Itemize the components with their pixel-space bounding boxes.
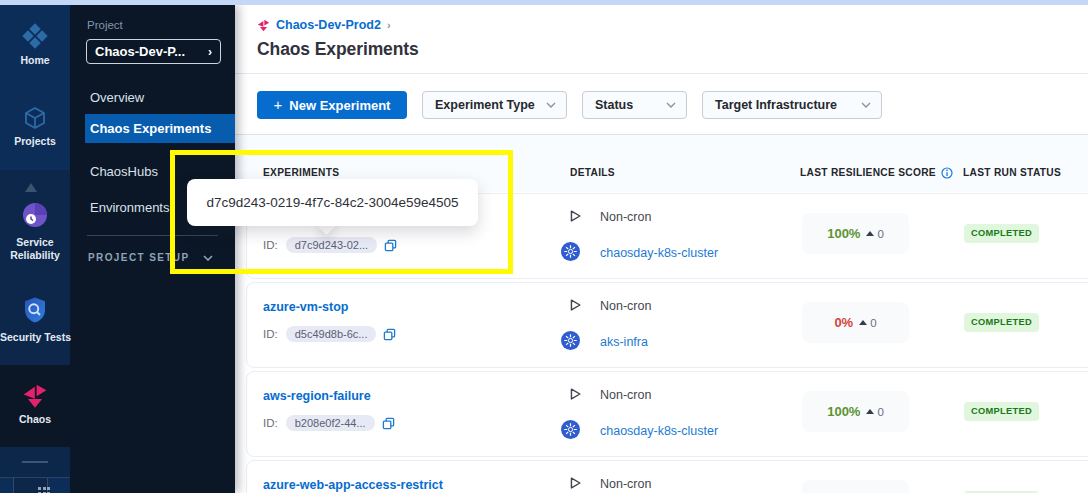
resilience-score: 100% 0 — [802, 391, 909, 432]
play-icon — [567, 208, 583, 224]
experiment-row-2[interactable]: azure-vm-stop ID: d5c49d8b-6c... Non-cro… — [246, 282, 1088, 368]
sidebar-item-service-reliability[interactable]: Service Reliability — [0, 200, 70, 262]
module-grid-icon — [38, 487, 51, 493]
play-icon — [567, 475, 583, 491]
delta-up-icon — [866, 231, 874, 236]
chevron-down-icon — [546, 102, 556, 108]
kubernetes-icon — [561, 242, 580, 261]
breadcrumb-project-link[interactable]: Chaos-Dev-Prod2 — [276, 18, 381, 32]
header-divider — [235, 73, 1088, 74]
delta-up-icon — [866, 409, 874, 414]
service-reliability-icon — [20, 200, 50, 230]
breadcrumb-chevron-icon: › — [387, 19, 391, 31]
infrastructure-link[interactable]: chaosday-k8s-cluster — [600, 424, 718, 438]
projects-icon — [22, 105, 48, 131]
kubernetes-icon — [561, 331, 580, 350]
resilience-score: 100% 0 — [802, 213, 909, 254]
delta-up-icon — [859, 320, 867, 325]
chevron-down-icon — [861, 102, 871, 108]
experiment-row-3[interactable]: aws-region-failure ID: b208e0f2-44... No… — [246, 371, 1088, 457]
resilience-score: 0% 0 — [802, 302, 909, 343]
sidebar-bottom-bar — [0, 477, 70, 493]
plus-icon: + — [274, 96, 283, 113]
experiment-id-row: ID: d5c49d8b-6c... — [263, 326, 396, 342]
sidebar-label-service-reliability: Service Reliability — [0, 236, 70, 262]
experiment-name[interactable]: azure-vm-stop — [263, 300, 348, 314]
project-selector-value: Chaos-Dev-P... — [95, 44, 208, 59]
infrastructure-link[interactable]: aks-infra — [600, 335, 648, 349]
experiment-row-4[interactable]: azure-web-app-access-restrict Non-cron C… — [246, 460, 1088, 493]
chaos-icon — [22, 383, 48, 409]
experiment-name[interactable]: aws-region-failure — [263, 389, 371, 403]
sidebar-collapse-divider[interactable] — [22, 461, 48, 463]
copy-icon[interactable] — [382, 417, 395, 430]
project-section-label: Project — [87, 19, 123, 31]
filter-status[interactable]: Status — [582, 91, 687, 119]
sidebar-item-home[interactable]: Home — [0, 22, 70, 67]
sidebar-item-security-tests[interactable]: Security Tests — [0, 295, 70, 344]
breadcrumb: Chaos-Dev-Prod2 › — [257, 18, 391, 32]
play-icon — [567, 297, 583, 313]
info-icon[interactable] — [941, 167, 953, 179]
collapse-up-icon[interactable] — [25, 183, 37, 192]
new-experiment-button[interactable]: + New Experiment — [257, 91, 407, 119]
sidebar-item-projects[interactable]: Projects — [0, 105, 70, 148]
status-badge: COMPLETED — [964, 402, 1039, 421]
page-title: Chaos Experiments — [257, 39, 419, 60]
column-resilience-score: LAST RESILIENCE SCORE — [800, 166, 953, 179]
experiment-schedule: Non-cron — [600, 210, 651, 224]
filter-status-label: Status — [595, 98, 666, 112]
status-badge: COMPLETED — [964, 224, 1039, 243]
highlight-rectangle — [170, 150, 513, 274]
experiment-name[interactable]: azure-web-app-access-restrict — [263, 478, 443, 492]
sidebar-item-chaos[interactable]: Chaos — [0, 383, 70, 426]
sidebar-label-projects: Projects — [0, 135, 70, 148]
resilience-score — [802, 480, 909, 493]
project-selector[interactable]: Chaos-Dev-P... › — [86, 39, 221, 64]
sidebar-item-overview[interactable]: Overview — [90, 91, 144, 105]
experiment-id: d5c49d8b-6c... — [286, 326, 377, 342]
sidebar-label-chaos: Chaos — [0, 413, 70, 426]
home-icon — [21, 22, 49, 50]
filter-target-infrastructure[interactable]: Target Infrastructure — [702, 91, 882, 119]
play-icon — [567, 386, 583, 402]
sidebar-item-chaos-experiments-label: Chaos Experiments — [90, 114, 211, 143]
experiment-id: b208e0f2-44... — [286, 415, 375, 431]
top-accent-bar — [0, 0, 1088, 5]
status-badge: COMPLETED — [964, 313, 1039, 332]
experiment-schedule: Non-cron — [600, 299, 651, 313]
kubernetes-icon — [561, 420, 580, 439]
sidebar-label-home: Home — [0, 54, 70, 67]
chevron-down-icon — [666, 102, 676, 108]
experiment-id-row: ID: b208e0f2-44... — [263, 415, 395, 431]
column-details: DETAILS — [570, 166, 615, 179]
filter-experiment-type-label: Experiment Type — [435, 98, 546, 112]
sidebar-item-environments[interactable]: Environments — [90, 201, 169, 215]
chevron-right-icon: › — [208, 45, 212, 59]
sidebar-item-chaos-experiments[interactable]: Chaos Experiments — [85, 114, 235, 143]
security-tests-icon — [20, 295, 50, 325]
filter-experiment-type[interactable]: Experiment Type — [422, 91, 567, 119]
experiment-schedule: Non-cron — [600, 388, 651, 402]
module-switcher-cell[interactable] — [13, 478, 48, 493]
copy-icon[interactable] — [383, 328, 396, 341]
infrastructure-link[interactable]: chaosday-k8s-cluster — [600, 246, 718, 260]
chaos-breadcrumb-icon — [257, 19, 270, 32]
experiment-schedule: Non-cron — [600, 477, 651, 491]
filter-target-infrastructure-label: Target Infrastructure — [715, 98, 861, 112]
module-sidebar: Home Projects Service Reliability — [0, 5, 70, 493]
sidebar-item-chaoshubs[interactable]: ChaosHubs — [90, 165, 158, 179]
column-run-status: LAST RUN STATUS — [963, 166, 1061, 179]
new-experiment-label: New Experiment — [289, 98, 390, 113]
sidebar-label-security-tests: Security Tests — [0, 331, 70, 344]
